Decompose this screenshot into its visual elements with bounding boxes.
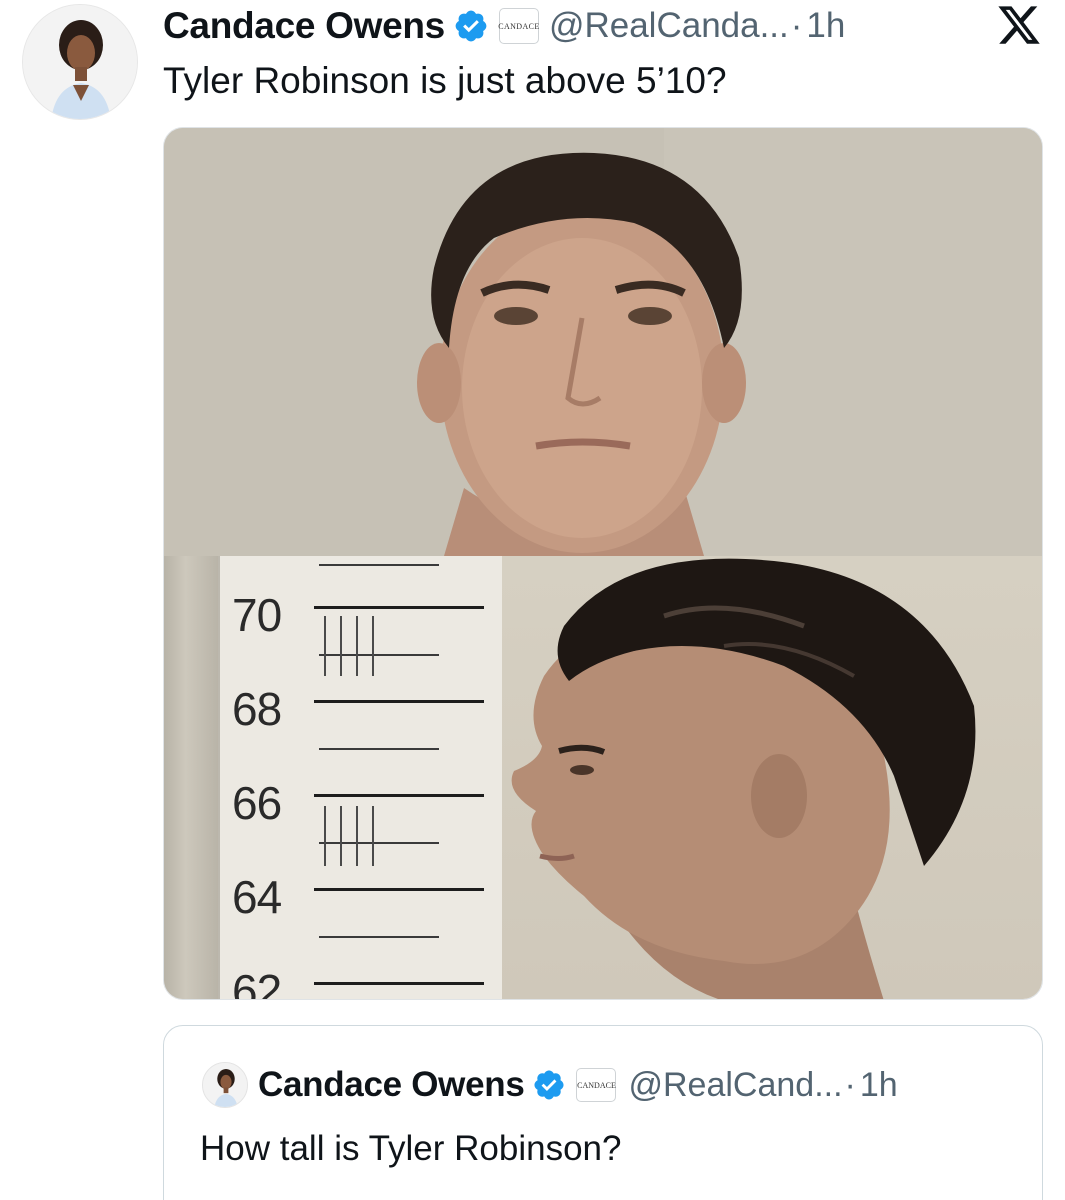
affiliate-badge[interactable]: CANDACE <box>576 1068 617 1102</box>
x-logo-icon[interactable] <box>996 2 1042 48</box>
verified-badge-icon <box>455 10 487 42</box>
quoted-tweet[interactable]: Candace Owens CANDACE @RealCand... · 1h … <box>163 1025 1043 1200</box>
tweet-text: Tyler Robinson is just above 5’10? <box>163 60 727 101</box>
tweet-media[interactable]: 70 68 66 64 62 <box>163 127 1043 1000</box>
tweet-screenshot: Candace Owens CANDACE @RealCanda... · 1h… <box>0 0 1065 1200</box>
quoted-tweet-timestamp[interactable]: 1h <box>860 1066 898 1105</box>
profile-head-illustration <box>511 558 976 999</box>
quoted-author-name[interactable]: Candace Owens <box>258 1065 525 1105</box>
avatar-portrait-icon <box>203 1063 247 1107</box>
quoted-tweet-header: Candace Owens CANDACE @RealCand... · 1h <box>258 1060 898 1110</box>
separator-dot: · <box>844 1065 856 1104</box>
separator-dot: · <box>790 6 803 45</box>
front-face-illustration <box>164 128 1042 556</box>
tweet-timestamp[interactable]: 1h <box>806 6 845 46</box>
affiliate-badge[interactable]: CANDACE <box>498 8 539 44</box>
verified-badge-icon <box>534 1070 565 1100</box>
quoted-author-handle[interactable]: @RealCand... <box>628 1066 842 1105</box>
mugshot-front-photo <box>164 128 1042 556</box>
tweet-header: Candace Owens CANDACE @RealCanda... · 1h <box>163 0 845 52</box>
quoted-author-avatar[interactable] <box>202 1062 248 1108</box>
avatar-portrait-icon <box>23 5 137 119</box>
author-handle[interactable]: @RealCanda... <box>549 6 789 46</box>
mugshot-profile-photo: 70 68 66 64 62 <box>164 556 1042 999</box>
author-avatar[interactable] <box>22 4 138 120</box>
quoted-tweet-text: How tall is Tyler Robinson? <box>200 1129 622 1168</box>
author-name[interactable]: Candace Owens <box>163 5 445 47</box>
